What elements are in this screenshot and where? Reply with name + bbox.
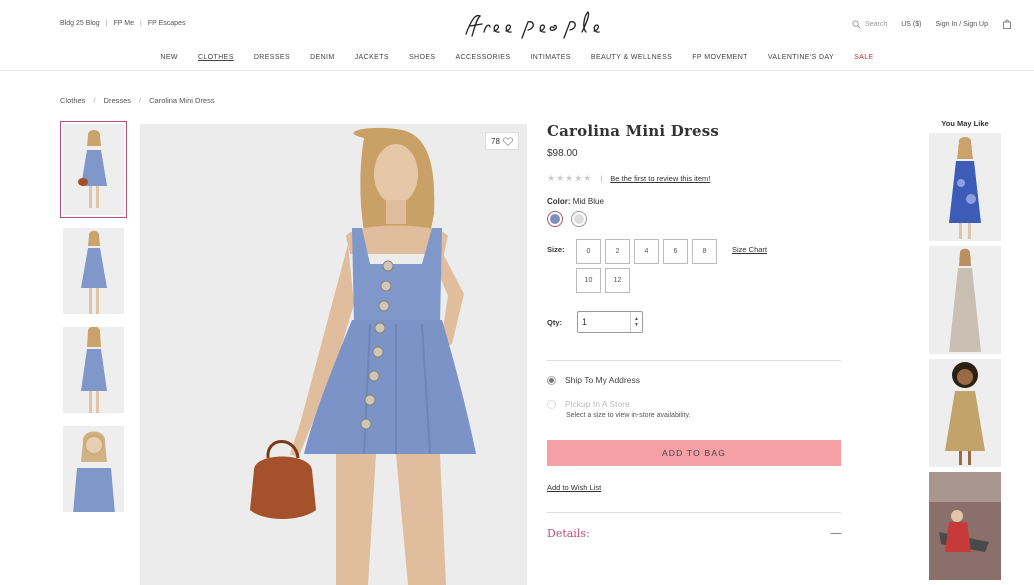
thumbnail-1[interactable]	[60, 121, 127, 218]
nav-dresses[interactable]: DRESSES	[244, 54, 300, 61]
thumbnail-4[interactable]	[60, 423, 127, 515]
breadcrumb-current: Carolina Mini Dress	[149, 96, 215, 105]
swatch-mid-blue[interactable]	[547, 211, 563, 227]
spinner-icon[interactable]: ▲ ▼	[630, 312, 642, 332]
size-selector: Size: 0 2 4 6 8 10 12 Size Chart	[547, 239, 841, 293]
qty-label: Qty:	[547, 317, 562, 327]
divider	[547, 360, 841, 361]
add-to-bag-button[interactable]: ADD TO BAG	[547, 440, 841, 466]
thumbnail-image	[63, 124, 124, 215]
breadcrumb-separator: /	[139, 96, 142, 105]
nav-denim[interactable]: DENIM	[300, 54, 345, 61]
pickup-note: Select a size to view in-store availabil…	[566, 412, 691, 419]
thumbnail-image	[63, 426, 124, 512]
product-title: Carolina Mini Dress	[547, 122, 720, 140]
divider: |	[140, 20, 142, 27]
divider: |	[600, 174, 603, 183]
heart-icon	[503, 136, 513, 146]
nav-sale[interactable]: SALE	[844, 54, 884, 61]
breadcrumb-clothes[interactable]: Clothes	[60, 96, 85, 105]
quantity-stepper[interactable]: 1 ▲ ▼	[577, 311, 643, 333]
size-chart-link[interactable]: Size Chart	[732, 239, 767, 254]
size-option[interactable]: 10	[576, 268, 601, 293]
size-option[interactable]: 8	[692, 239, 717, 264]
nav-shoes[interactable]: SHOES	[399, 54, 446, 61]
reviews-row: ★★★★★ | Be the first to review this item…	[547, 173, 841, 184]
search-icon	[852, 19, 861, 28]
details-label: Details:	[547, 527, 590, 540]
color-value: Mid Blue	[572, 197, 604, 206]
favorite-button[interactable]: 78	[485, 132, 519, 150]
nav-new[interactable]: NEW	[150, 54, 188, 61]
divider: |	[105, 20, 108, 27]
size-option[interactable]: 2	[605, 239, 630, 264]
thumbnail-image	[63, 228, 124, 314]
sign-in-link[interactable]: Sign In / Sign Up	[935, 21, 988, 28]
you-may-like: You May Like	[929, 119, 1001, 585]
nav-accessories[interactable]: ACCESSORIES	[445, 54, 520, 61]
breadcrumb: Clothes / Dresses / Carolina Mini Dress	[60, 96, 215, 105]
recommended-product-2[interactable]	[929, 246, 1001, 354]
main-product-image[interactable]: 78	[140, 124, 527, 585]
you-may-like-title: You May Like	[941, 119, 989, 128]
ship-to-address-option[interactable]: Ship To My Address	[547, 375, 841, 385]
currency-selector[interactable]: US ($)	[901, 21, 921, 28]
thumbnail-2[interactable]	[60, 225, 127, 317]
quantity-value: 1	[582, 317, 588, 327]
like-count: 78	[491, 136, 500, 146]
link-fp-escapes[interactable]: FP Escapes	[148, 20, 186, 27]
size-label: Size:	[547, 245, 565, 254]
breadcrumb-dresses[interactable]: Dresses	[104, 96, 132, 105]
swatch-grey[interactable]	[571, 211, 587, 227]
breadcrumb-separator: /	[93, 96, 96, 105]
color-swatches	[547, 211, 841, 227]
collapse-icon[interactable]	[831, 533, 841, 534]
product-photo	[140, 124, 527, 585]
search-placeholder: Search	[865, 20, 888, 28]
search-box[interactable]: Search	[852, 19, 888, 29]
recommended-product-4[interactable]	[929, 472, 1001, 580]
pickup-option-label: Pickup In A Store	[565, 399, 630, 409]
radio-selected[interactable]	[547, 375, 556, 385]
right-utility: Search US ($) Sign In / Sign Up	[852, 19, 1012, 29]
free-people-logo[interactable]	[462, 8, 606, 40]
link-fp-me[interactable]: FP Me	[114, 20, 135, 27]
add-to-wish-list-link[interactable]: Add to Wish List	[547, 483, 841, 492]
product-price: $98.00	[547, 148, 578, 159]
thumbnail-gallery	[60, 121, 127, 522]
pickup-in-store-option[interactable]: Pickup In A Store	[547, 399, 841, 409]
color-label: Color:	[547, 197, 571, 206]
product-info: Carolina Mini Dress $98.00 ★★★★★ | Be th…	[547, 122, 841, 540]
nav-jackets[interactable]: JACKETS	[345, 54, 399, 61]
thumbnail-3[interactable]	[60, 324, 127, 416]
size-option[interactable]: 0	[576, 239, 601, 264]
size-options: 0 2 4 6 8 10 12	[576, 239, 726, 293]
color-selector: Color: Mid Blue	[547, 197, 841, 227]
recommended-product-3[interactable]	[929, 359, 1001, 467]
details-accordion[interactable]: Details:	[547, 512, 841, 540]
nav-clothes[interactable]: CLOTHES	[188, 54, 244, 61]
top-utility-links: Bldg 25 Blog | FP Me | FP Escapes	[60, 20, 185, 27]
link-bldg25-blog[interactable]: Bldg 25 Blog	[60, 20, 100, 27]
quantity-row: Qty: 1 ▲ ▼	[547, 311, 841, 333]
main-nav: NEW CLOTHES DRESSES DENIM JACKETS SHOES …	[0, 54, 1034, 61]
ship-option-label: Ship To My Address	[565, 375, 640, 385]
nav-fp-movement[interactable]: FP MOVEMENT	[682, 54, 758, 61]
star-rating-icon: ★★★★★	[547, 173, 593, 183]
size-option[interactable]: 12	[605, 268, 630, 293]
nav-divider	[0, 70, 1034, 71]
nav-intimates[interactable]: INTIMATES	[520, 54, 580, 61]
shopping-bag-icon[interactable]	[1002, 19, 1012, 29]
recommended-product-1[interactable]	[929, 133, 1001, 241]
size-option[interactable]: 4	[634, 239, 659, 264]
thumbnail-image	[63, 327, 124, 413]
size-option[interactable]: 6	[663, 239, 688, 264]
radio-unselected[interactable]	[547, 399, 556, 409]
nav-beauty-wellness[interactable]: BEAUTY & WELLNESS	[581, 54, 682, 61]
nav-valentines-day[interactable]: VALENTINE'S DAY	[758, 54, 844, 61]
review-link[interactable]: Be the first to review this item!	[610, 174, 710, 183]
shipping-options: Ship To My Address Pickup In A Store Sel…	[547, 375, 841, 419]
